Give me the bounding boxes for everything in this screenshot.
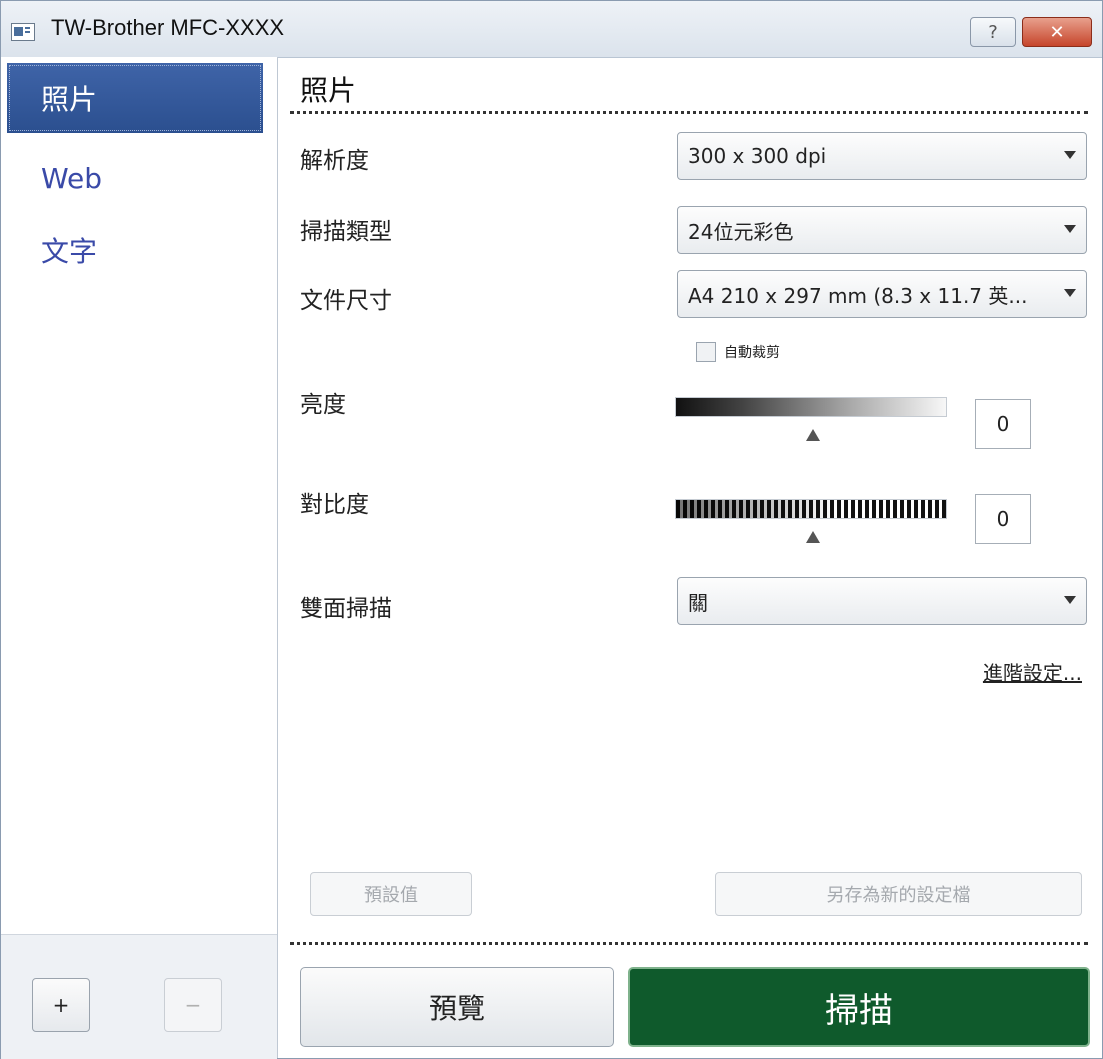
brightness-value-field[interactable]: 0 (975, 399, 1031, 449)
contrast-label: 對比度 (300, 492, 369, 518)
chevron-down-icon (1064, 151, 1076, 159)
chevron-down-icon (1064, 596, 1076, 604)
brightness-label: 亮度 (300, 392, 346, 418)
sidebar-item-photo[interactable]: 照片 (7, 63, 263, 133)
duplex-select[interactable]: 關 (677, 577, 1087, 625)
contrast-slider-thumb[interactable] (806, 531, 820, 543)
sidebar-item-text[interactable]: 文字 (7, 215, 263, 285)
scan-type-value: 24位元彩色 (688, 219, 794, 244)
bottom-divider (290, 942, 1088, 945)
brightness-slider-thumb[interactable] (806, 429, 820, 441)
resolution-value: 300 x 300 dpi (688, 144, 827, 168)
profile-sidebar: 照片 Web 文字 + − (1, 57, 278, 1059)
duplex-label: 雙面掃描 (300, 596, 392, 622)
scan-type-select[interactable]: 24位元彩色 (677, 206, 1087, 254)
resolution-select[interactable]: 300 x 300 dpi (677, 132, 1087, 180)
document-size-value: A4 210 x 297 mm (8.3 x 11.7 英... (688, 283, 1028, 308)
default-button[interactable]: 預設值 (310, 872, 472, 916)
document-size-select[interactable]: A4 210 x 297 mm (8.3 x 11.7 英... (677, 270, 1087, 318)
brightness-slider-track[interactable] (675, 397, 947, 417)
scan-type-label: 掃描類型 (300, 219, 392, 245)
help-button[interactable]: ? (970, 17, 1016, 47)
chevron-down-icon (1064, 289, 1076, 297)
app-icon (11, 23, 35, 41)
title-bar: TW-Brother MFC-XXXX ? ✕ (1, 1, 1102, 58)
save-new-profile-button[interactable]: 另存為新的設定檔 (715, 872, 1082, 916)
close-button[interactable]: ✕ (1022, 17, 1092, 47)
advanced-settings-link[interactable]: 進階設定... (983, 657, 1082, 686)
scan-button[interactable]: 掃描 (628, 967, 1090, 1047)
chevron-down-icon (1064, 225, 1076, 233)
scan-settings-window: TW-Brother MFC-XXXX ? ✕ 照片 Web 文字 + − 照片… (0, 0, 1103, 1059)
preview-button[interactable]: 預覽 (300, 967, 614, 1047)
settings-panel: 照片 解析度 300 x 300 dpi 掃描類型 24位元彩色 文件尺寸 A4… (278, 57, 1102, 1058)
auto-crop-checkbox[interactable] (696, 342, 716, 362)
remove-profile-button[interactable]: − (164, 978, 222, 1032)
section-title: 照片 (300, 74, 357, 107)
sidebar-footer: + − (1, 934, 277, 1059)
document-size-label: 文件尺寸 (300, 288, 392, 314)
window-title: TW-Brother MFC-XXXX (51, 15, 285, 40)
auto-crop-label: 自動裁剪 (724, 345, 780, 361)
resolution-label: 解析度 (300, 148, 369, 174)
duplex-value: 關 (688, 590, 708, 615)
top-divider (290, 111, 1088, 114)
contrast-slider-track[interactable] (675, 499, 947, 519)
contrast-value-field[interactable]: 0 (975, 494, 1031, 544)
sidebar-item-web[interactable]: Web (7, 143, 263, 213)
add-profile-button[interactable]: + (32, 978, 90, 1032)
